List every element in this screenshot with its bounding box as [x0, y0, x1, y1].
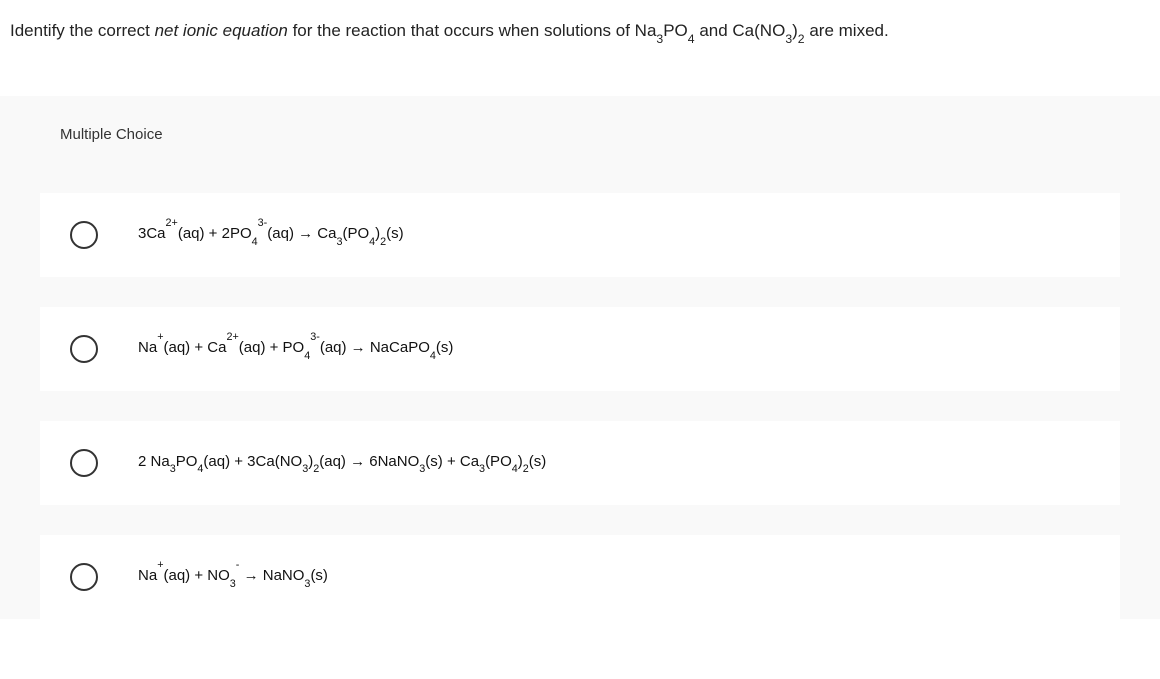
choice-c[interactable]: 2 Na3PO4(aq) + 3Ca(NO3)2(aq) → 6NaNO3(s)… — [40, 421, 1120, 505]
question-text: Identify the correct net ionic equation … — [0, 0, 1160, 56]
choice-b[interactable]: Na+(aq) + Ca2+(aq) + PO43-(aq) → NaCaPO4… — [40, 307, 1120, 391]
question-italic: net ionic equation — [155, 21, 288, 40]
question-end: are mixed. — [805, 21, 889, 40]
section-label: Multiple Choice — [0, 96, 1160, 163]
radio-d[interactable] — [70, 563, 98, 591]
radio-c[interactable] — [70, 449, 98, 477]
radio-b[interactable] — [70, 335, 98, 363]
question-between: and — [695, 21, 733, 40]
formula-na3po4: Na3PO4 — [635, 21, 695, 40]
question-prefix: Identify the correct — [10, 21, 155, 40]
radio-a[interactable] — [70, 221, 98, 249]
choice-b-text: Na+(aq) + Ca2+(aq) + PO43-(aq) → NaCaPO4… — [138, 335, 453, 362]
choice-c-text: 2 Na3PO4(aq) + 3Ca(NO3)2(aq) → 6NaNO3(s)… — [138, 450, 546, 476]
choices-list: 3Ca2+(aq) + 2PO43-(aq) → Ca3(PO4)2(s) Na… — [0, 163, 1160, 619]
choice-d-text: Na+(aq) + NO3- → NaNO3(s) — [138, 563, 328, 590]
choice-a[interactable]: 3Ca2+(aq) + 2PO43-(aq) → Ca3(PO4)2(s) — [40, 193, 1120, 277]
choice-d[interactable]: Na+(aq) + NO3- → NaNO3(s) — [40, 535, 1120, 619]
multiple-choice-section: Multiple Choice 3Ca2+(aq) + 2PO43-(aq) →… — [0, 96, 1160, 619]
question-mid: for the reaction that occurs when soluti… — [288, 21, 635, 40]
formula-cano32: Ca(NO3)2 — [732, 21, 804, 40]
choice-a-text: 3Ca2+(aq) + 2PO43-(aq) → Ca3(PO4)2(s) — [138, 221, 404, 248]
